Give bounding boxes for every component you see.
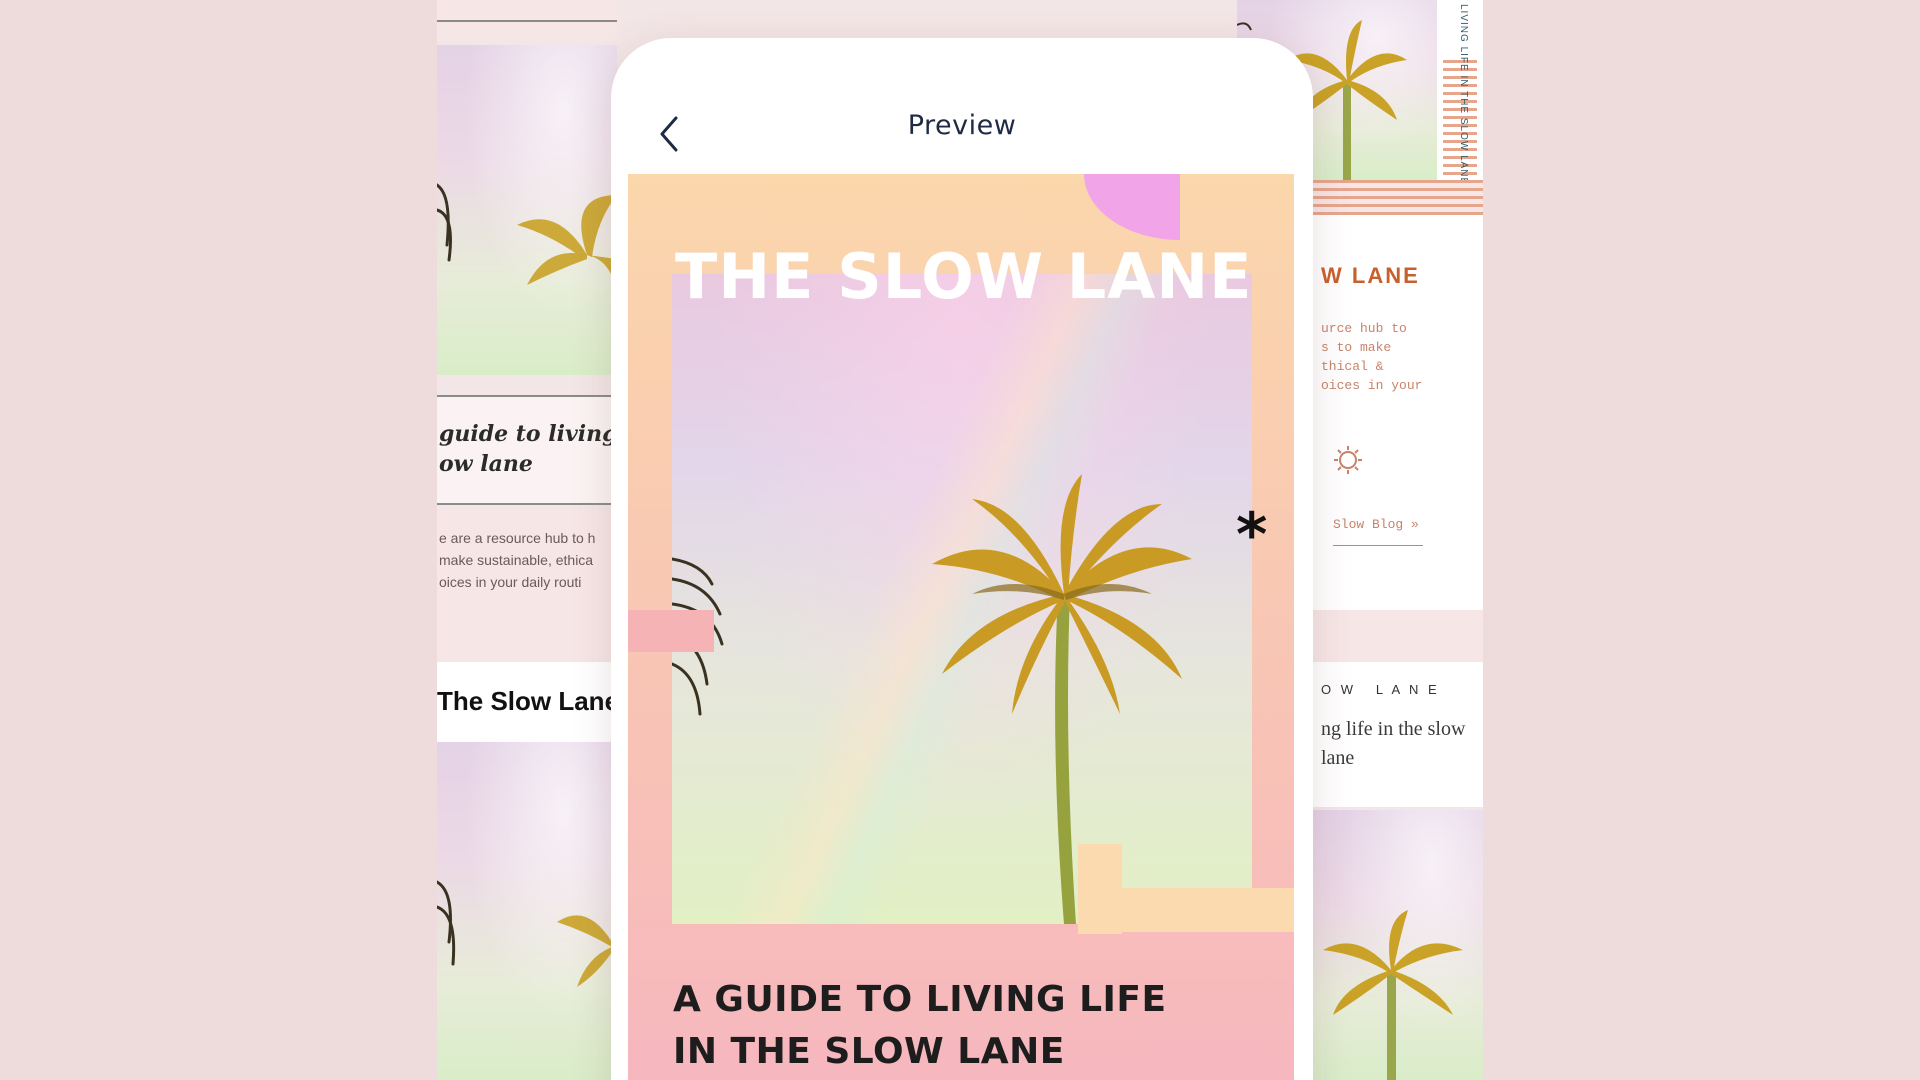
- preview-header: Preview: [611, 38, 1313, 174]
- template-body-right-2: s to make: [1321, 340, 1392, 355]
- template-heading-right: W LANE: [1321, 263, 1420, 288]
- pink-quarter-circle-decor: [1084, 174, 1180, 240]
- template-body-right-4: oices in your: [1321, 378, 1423, 393]
- template-serif-line2: lane: [1321, 747, 1355, 769]
- template-serif-line1: ng life in the slow: [1321, 718, 1466, 740]
- template-card-top-left[interactable]: [437, 0, 617, 40]
- pink-block-decor: [628, 610, 714, 652]
- template-guide-line2: ow lane: [439, 451, 533, 477]
- template-card-brand-left[interactable]: The Slow Lane: [437, 662, 617, 742]
- slow-blog-link[interactable]: Slow Blog »: [1333, 517, 1419, 532]
- template-card-serif-right[interactable]: O W L A N E ng life in the slow lane: [1313, 662, 1483, 807]
- template-card-palm-left-bottom[interactable]: [437, 742, 617, 1080]
- story-title: THE SLOW LANE: [675, 240, 1253, 313]
- template-guide-line1: guide to living lif: [439, 421, 617, 447]
- template-body-right-3: thical &: [1321, 359, 1384, 374]
- palm-tree-image: [672, 474, 1192, 924]
- palm-tree-image: [437, 880, 612, 987]
- vertical-tagline: LIVING LIFE IN THE SLOW LANE: [1458, 4, 1469, 186]
- template-brand-title: The Slow Lane: [437, 686, 617, 716]
- palm-tree-image: [1323, 910, 1463, 1080]
- template-body-right-1: urce hub to: [1321, 321, 1407, 336]
- stripes-divider: [1313, 180, 1483, 215]
- template-card-palm-left[interactable]: [437, 45, 617, 375]
- story-photo: [672, 274, 1252, 924]
- preview-title: Preview: [907, 110, 1017, 141]
- template-card-guide-left[interactable]: guide to living lif ow lane: [437, 395, 617, 505]
- peach-block-decor-vertical: [1078, 844, 1122, 934]
- template-card-slow-lane-right[interactable]: W LANE urce hub to s to make thical & oi…: [1313, 215, 1483, 610]
- template-card-palm-right-bottom[interactable]: [1313, 810, 1483, 1080]
- story-preview-canvas[interactable]: THE SLOW LANE * A GUIDE TO LIVING LIFE I…: [628, 174, 1294, 1080]
- story-subtitle-line1: A GUIDE TO LIVING LIFE: [673, 979, 1167, 1020]
- template-body-line3: oices in your daily routi: [439, 574, 582, 590]
- sun-icon: [1333, 445, 1362, 474]
- template-body-line1: e are a resource hub to h: [439, 530, 596, 546]
- phone-frame: Preview THE SLOW LANE * A GUIDE TO LIVIN…: [611, 38, 1313, 1080]
- template-body-line2: make sustainable, ethica: [439, 552, 594, 568]
- app-canvas: guide to living lif ow lane e are a reso…: [0, 0, 1920, 1080]
- story-subtitle: A GUIDE TO LIVING LIFE IN THE SLOW LANE: [673, 974, 1233, 1078]
- asterisk-decor: *: [1236, 500, 1268, 570]
- story-subtitle-line2: IN THE SLOW LANE: [673, 1031, 1065, 1072]
- palm-tree-image: [437, 183, 617, 295]
- template-spacer-right: [1313, 610, 1483, 662]
- template-card-body-left[interactable]: e are a resource hub to h make sustainab…: [437, 510, 617, 660]
- template-spaced-title: O W L A N E: [1321, 682, 1440, 697]
